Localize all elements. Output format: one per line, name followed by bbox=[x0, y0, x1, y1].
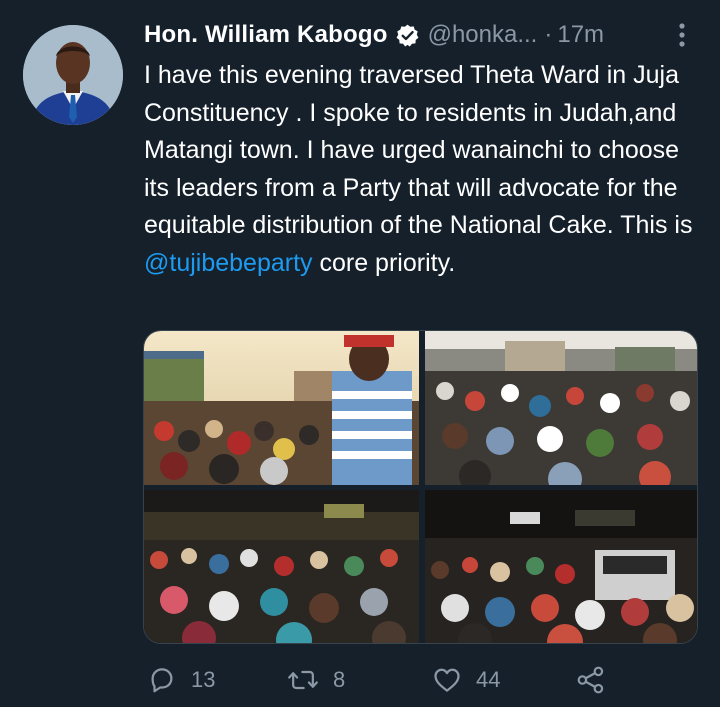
media-photo-4[interactable] bbox=[425, 490, 697, 643]
media-grid bbox=[143, 330, 698, 644]
retweet-icon bbox=[287, 665, 319, 695]
share-button[interactable] bbox=[575, 660, 607, 700]
display-name[interactable]: Hon. William Kabogo bbox=[144, 21, 388, 49]
like-count: 44 bbox=[476, 667, 501, 692]
media-photo-1[interactable] bbox=[144, 331, 419, 485]
separator-dot: · bbox=[544, 21, 553, 48]
tweet-card[interactable]: Hon. William Kabogo @honka... · 17m I ha… bbox=[0, 0, 720, 707]
like-button[interactable]: 44 bbox=[432, 660, 500, 700]
more-options-icon[interactable] bbox=[672, 22, 692, 48]
tweet-body: I have this evening traversed Theta Ward… bbox=[144, 61, 693, 240]
tweet-text: I have this evening traversed Theta Ward… bbox=[144, 57, 704, 283]
share-icon bbox=[575, 665, 607, 695]
retweet-button[interactable]: 8 bbox=[287, 660, 345, 700]
retweet-count: 8 bbox=[333, 667, 346, 692]
media-photo-3[interactable] bbox=[144, 490, 419, 643]
timestamp[interactable]: 17m bbox=[557, 21, 604, 49]
tweet-body-end: core priority. bbox=[312, 248, 456, 277]
action-bar: 13 8 44 bbox=[0, 660, 720, 700]
reply-icon bbox=[147, 665, 177, 695]
tweet-header: Hon. William Kabogo @honka... · 17m bbox=[144, 18, 604, 52]
heart-icon bbox=[432, 665, 462, 695]
media-photo-2[interactable] bbox=[425, 331, 697, 485]
reply-button[interactable]: 13 bbox=[147, 660, 215, 700]
verified-badge-icon bbox=[395, 23, 420, 48]
user-handle[interactable]: @honka... bbox=[428, 21, 538, 49]
mention-link[interactable]: @tujibebeparty bbox=[144, 249, 313, 277]
avatar[interactable] bbox=[23, 25, 123, 125]
reply-count: 13 bbox=[191, 667, 216, 692]
